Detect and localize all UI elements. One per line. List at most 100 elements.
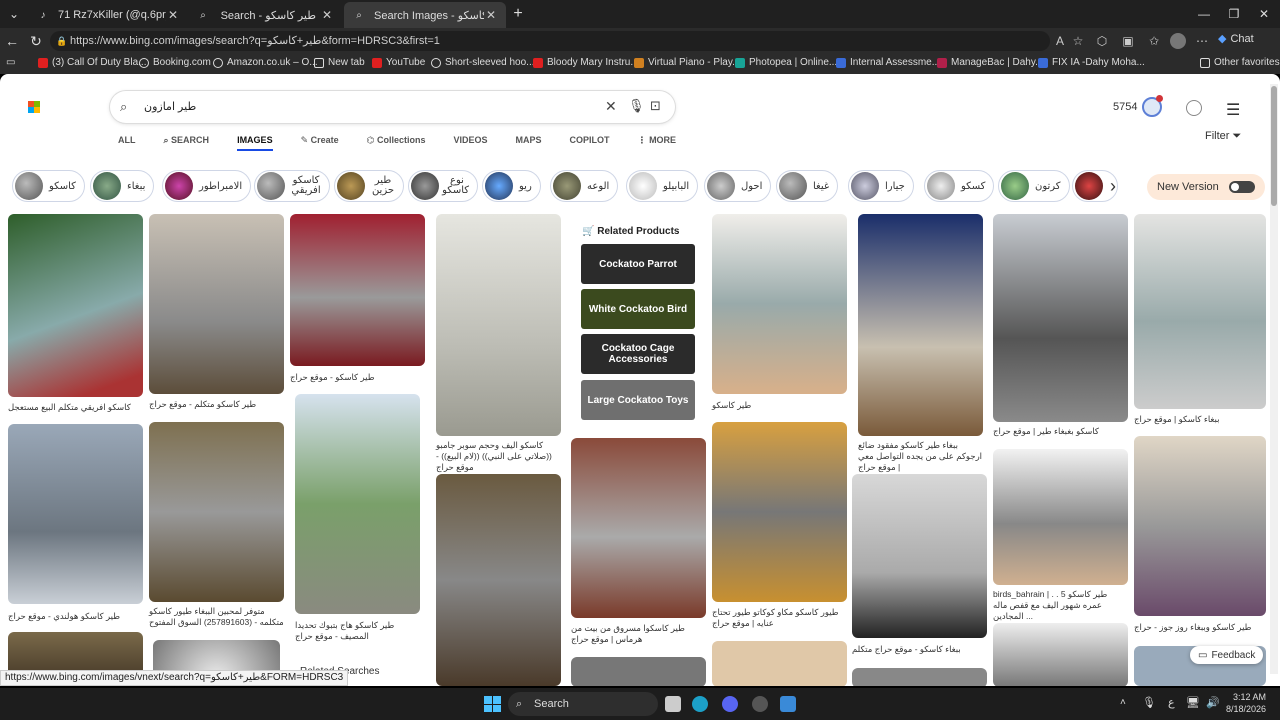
chevron-right-icon[interactable]: › [1110,176,1116,197]
profile-avatar[interactable] [1170,33,1186,49]
tab-more[interactable]: ⋮ MORE [638,135,677,151]
image-result[interactable] [852,668,987,686]
new-version-toggle[interactable]: New Version [1147,174,1265,200]
chip[interactable]: غيغا [776,170,839,202]
favorite-item[interactable]: (3) Call Of Duty Bla... [38,57,146,68]
tab-videos[interactable]: VIDEOS [454,135,488,151]
favorite-item[interactable]: Amazon.co.uk – O... [213,57,318,68]
back-icon[interactable]: ← [2,31,22,51]
split-screen-icon[interactable]: ▣ [1120,33,1136,49]
search-box[interactable]: ⌕ طير امازون ✕ 🎙 ⊡ [110,91,675,123]
file-explorer-icon[interactable] [665,696,681,712]
chip[interactable]: ببغاء [90,170,155,202]
favorite-star-icon[interactable]: ☆ [1070,33,1086,49]
tab-maps[interactable]: MAPS [516,135,542,151]
microphone-icon[interactable]: 🎙 [628,98,645,114]
more-options-icon[interactable]: ⋯ [1194,33,1210,49]
microsoft-logo[interactable] [28,101,40,113]
image-caption[interactable]: طير كاسكو - موقع حراج [290,372,425,383]
product-white-cockatoo[interactable]: White Cockatoo Bird [581,289,695,329]
image-caption[interactable]: كاسكو افريقي متكلم البيع مستعجل [8,402,143,413]
image-result[interactable] [149,214,284,394]
close-tab-icon[interactable]: ✕ [320,8,334,22]
rewards-medal-icon[interactable] [1142,95,1163,117]
image-result[interactable] [993,214,1128,422]
image-caption[interactable]: طير كاسكوا مسروق من بيت من هرماس | موقع … [571,623,706,645]
image-caption[interactable]: كاسكو بغبغاء طير | موقع حراج [993,426,1128,437]
refresh-icon[interactable]: ↻ [26,31,46,51]
image-caption[interactable]: طيور كاسكو مكاو كوكاتو طيور تحتاج عنايه … [712,607,847,629]
hamburger-menu-icon[interactable]: ☰ [1226,100,1240,120]
microphone-icon[interactable]: 🎙 [1142,696,1156,709]
image-caption[interactable]: ببغاء كاسكو - موقع حراج متكلم [852,644,987,655]
image-result[interactable] [571,657,706,686]
tab-search[interactable]: ⌕ Search - طير كاسكو ✕ [188,2,342,28]
visual-search-icon[interactable]: ⊡ [650,98,661,114]
chip[interactable]: طير حزين [334,170,404,202]
favorite-item[interactable]: New tab [314,57,365,68]
product-cage-accessories[interactable]: Cockatoo Cage Accessories [581,334,695,374]
favorite-item[interactable]: ManageBac | Dahy... [937,57,1043,68]
chip[interactable]: كاسكو افريقي [254,170,330,202]
new-tab-button[interactable]: + [508,4,528,24]
image-caption[interactable]: طير كاسكو هولندي - موقع حراج [8,611,143,622]
other-favorites[interactable]: Other favorites [1200,57,1280,68]
steam-icon[interactable] [752,696,768,712]
minimize-icon[interactable]: — [1194,4,1214,24]
favorites-list-icon[interactable]: ▭ [6,57,15,68]
favorite-item[interactable]: YouTube [372,57,425,68]
tab-collections[interactable]: ⌬ Collections [367,135,426,151]
image-result[interactable] [571,438,706,618]
image-result[interactable] [712,214,847,394]
tab-search-images[interactable]: ⌕ Search Images - طير كاسكو ✕ [344,2,506,28]
image-caption[interactable]: طير كاسكو هاج بتبوك تحديدا المصيف - موقع… [295,620,420,642]
chip[interactable]: نوع كاسكو [408,170,478,202]
tab-copilot[interactable]: COPILOT [570,135,610,151]
discord-icon[interactable] [722,696,738,712]
volume-icon[interactable]: 🔊 [1206,696,1220,709]
image-caption[interactable]: birds_bahrain | . . 5 طير كاسكو عمره شهو… [993,589,1128,622]
close-window-icon[interactable]: ✕ [1254,4,1274,24]
taskbar-search[interactable]: ⌕ Search [508,692,658,716]
tab-create[interactable]: ✎ Create [301,135,339,151]
image-caption[interactable]: طير كاسكو وببغاء روز جوز - حراج [1134,622,1266,633]
image-caption[interactable]: ببغاء طير كاسكو مفقود ضائع ارجوكم على من… [858,440,983,473]
chip[interactable]: البابيلو [626,170,699,202]
image-result[interactable] [149,422,284,602]
image-result[interactable] [852,474,987,638]
maximize-icon[interactable]: ❐ [1224,4,1244,24]
feedback-button[interactable]: ▭ Feedback [1190,646,1264,664]
favorite-item[interactable]: Booking.com [139,57,211,68]
tab-tiktok[interactable]: ♪ 71 Rz7xKiller (@q.6pr) is LIVE - TikTo… [28,2,188,28]
image-result[interactable] [1134,214,1266,409]
chip[interactable]: كاسكو [12,170,85,202]
favorite-item[interactable]: Internal Assessme... [836,57,940,68]
close-tab-icon[interactable]: ✕ [166,8,180,22]
image-result[interactable] [993,623,1128,686]
favorites-icon[interactable]: ✩ [1146,33,1162,49]
image-result[interactable] [295,394,420,614]
image-caption[interactable]: كاسكو اليف وحجم سوبر جامبو ((صلاتي على ا… [436,440,561,473]
network-icon[interactable]: 🖥 [1186,696,1200,709]
chip[interactable]: جيارا [848,170,914,202]
tab-images[interactable]: IMAGES [237,135,273,151]
favorite-item[interactable]: Photopea | Online... [735,57,837,68]
image-result[interactable] [436,214,561,436]
image-result[interactable] [436,474,561,686]
image-result[interactable] [858,214,983,436]
image-result[interactable] [290,214,425,366]
tab-search[interactable]: ⌕ SEARCH [164,135,210,151]
system-clock[interactable]: 3:12 AM 8/18/2026 [1226,691,1266,715]
toggle-switch[interactable] [1228,181,1255,193]
chip[interactable]: الوعه [550,170,619,202]
search-input[interactable]: طير امازون [144,100,196,113]
image-caption[interactable]: طير كاسكو [712,400,847,411]
image-result[interactable] [712,641,847,686]
chip[interactable]: كسكو [924,170,995,202]
account-icon[interactable] [1186,100,1202,116]
clear-icon[interactable]: ✕ [605,98,617,115]
favorite-item[interactable]: Bloody Mary Instru... [533,57,639,68]
image-caption[interactable]: ببغاء كاسكو | موقع حراج [1134,414,1266,425]
favorite-item[interactable]: Virtual Piano - Play... [634,57,740,68]
language-indicator[interactable]: ع [1168,696,1175,709]
